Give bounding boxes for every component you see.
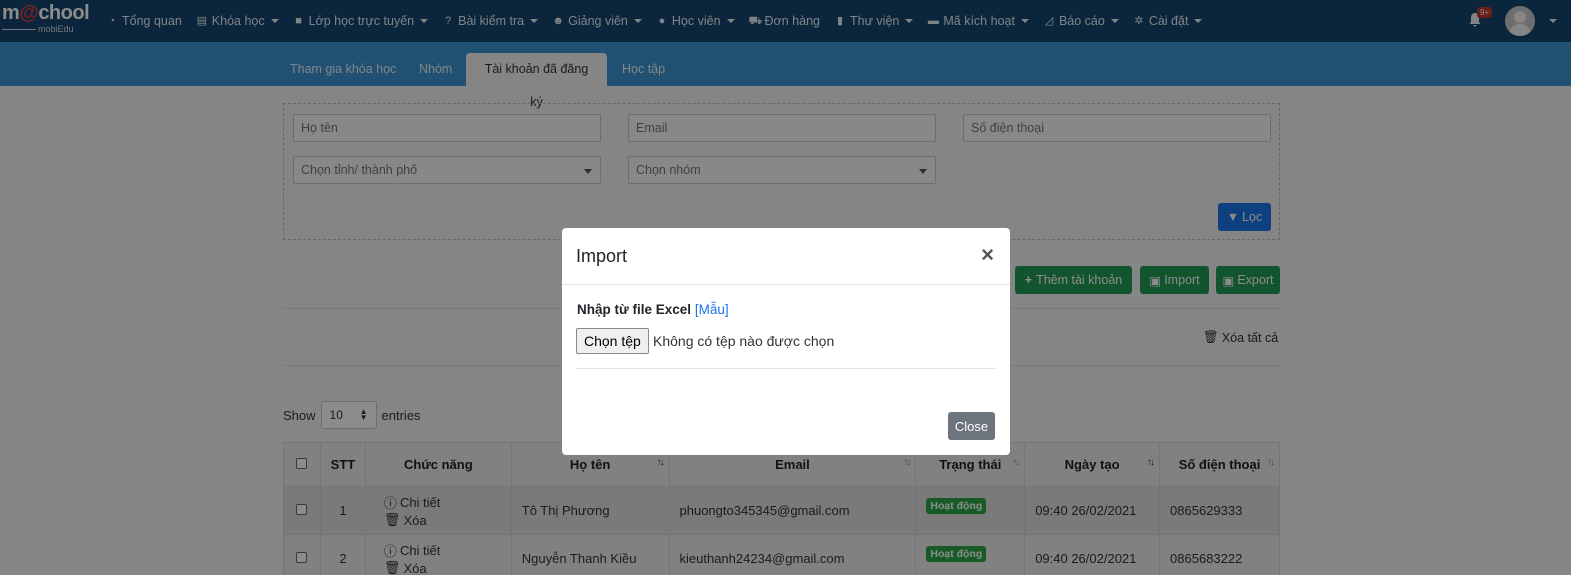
choose-file-button[interactable]: Chọn tệp — [576, 328, 649, 354]
import-label: Nhập từ file Excel [Mẫu] — [577, 302, 729, 317]
import-modal: Import × Nhập từ file Excel [Mẫu] Chọn t… — [562, 228, 1010, 455]
modal-title: Import — [576, 246, 628, 266]
close-button[interactable]: Close — [948, 412, 995, 440]
divider — [576, 368, 996, 369]
close-icon[interactable]: × — [981, 242, 994, 268]
divider — [562, 284, 1010, 285]
file-status-text: Không có tệp nào được chọn — [653, 333, 835, 349]
template-link[interactable]: Mẫu — [699, 302, 725, 317]
